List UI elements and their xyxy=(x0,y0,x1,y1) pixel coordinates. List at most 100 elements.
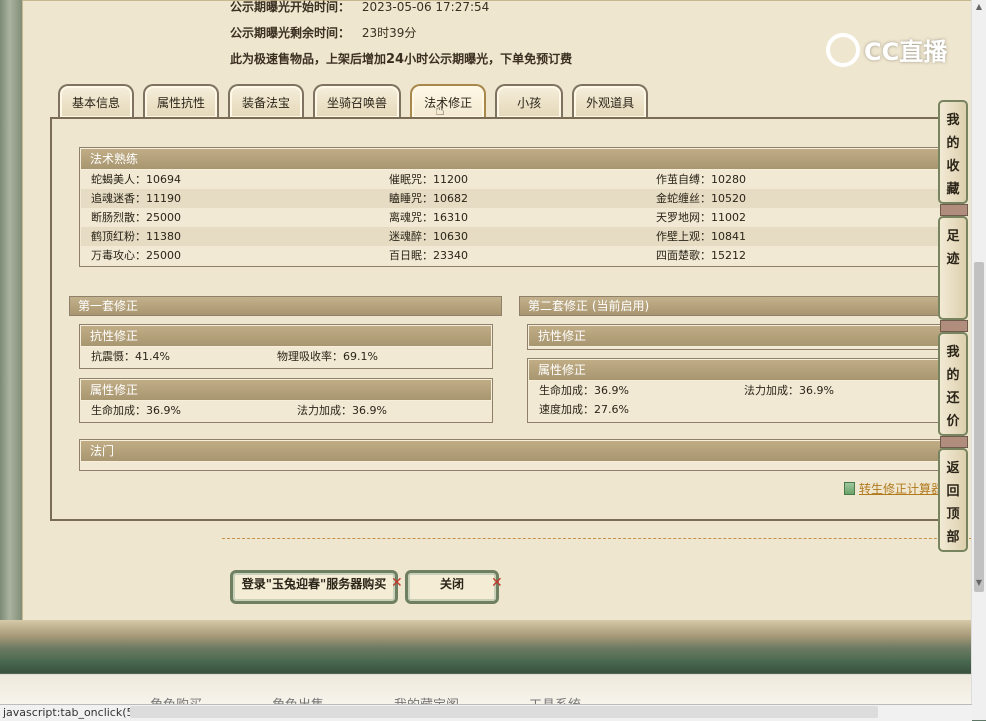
set2-resist-box: 抗性修正 xyxy=(527,324,951,350)
stat-name: 物理吸收率： xyxy=(277,350,343,363)
my-bargain-button[interactable]: 我的还价 xyxy=(938,332,968,436)
side-separator xyxy=(940,204,968,216)
set1-title: 第一套修正 xyxy=(69,296,502,316)
sect-box: 法门 xyxy=(79,439,951,471)
skill-name: 断肠烈散： xyxy=(91,211,146,224)
vertical-scrollbar[interactable]: ▲ ▼ xyxy=(971,0,986,720)
skill-value: 15212 xyxy=(711,249,746,262)
logo-text: CC直播 xyxy=(864,38,948,66)
stat-value: 27.6% xyxy=(594,403,629,416)
buy-x-icon: ✕ xyxy=(391,575,403,591)
stat-value: 41.4% xyxy=(135,350,170,363)
stat-name: 法力加成： xyxy=(297,404,352,417)
skill-name: 万毒攻心： xyxy=(91,249,146,262)
skill-name: 百日眠： xyxy=(389,249,433,262)
spell-mastery-box: 法术熟练 蛇蝎美人：10694 催眠咒：11200 作茧自缚：10280 追魂迷… xyxy=(79,147,951,267)
skill-name: 瞌睡咒： xyxy=(389,192,433,205)
stat-value: 36.9% xyxy=(799,384,834,397)
calculator-link-text[interactable]: 转生修正计算器 xyxy=(859,480,943,497)
skill-value: 25000 xyxy=(146,211,181,224)
tab-spell-correction[interactable]: 法术修正 xyxy=(410,84,487,118)
calculator-icon xyxy=(844,482,855,495)
exposure-remain-label: 公示期曝光剩余时间： xyxy=(230,26,351,40)
stat-value: 36.9% xyxy=(594,384,629,397)
skill-value: 10630 xyxy=(433,230,468,243)
stat-name: 法力加成： xyxy=(744,384,799,397)
stat-name: 生命加成： xyxy=(539,384,594,397)
skill-value: 25000 xyxy=(146,249,181,262)
server-buy-button[interactable]: 登录"玉兔迎春"服务器购买 xyxy=(230,570,398,604)
stat-name: 速度加成： xyxy=(539,403,594,416)
set2-attr-title: 属性修正 xyxy=(528,359,950,381)
my-favorites-button[interactable]: 我的收藏 xyxy=(938,100,968,204)
stat-value: 69.1% xyxy=(343,350,378,363)
list-item: 抗震慑：41.4% 物理吸收率：69.1% xyxy=(81,347,491,366)
cc-logo-icon xyxy=(826,32,860,67)
spell-correction-panel: 法术熟练 蛇蝎美人：10694 催眠咒：11200 作茧自缚：10280 追魂迷… xyxy=(50,117,964,521)
exposure-remain-value: 23时39分 xyxy=(361,26,417,40)
skill-value: 11002 xyxy=(711,211,746,224)
skill-value: 10520 xyxy=(711,192,746,205)
cc-live-logo: CC直播 xyxy=(826,32,947,67)
skill-name: 作壁上观： xyxy=(656,230,711,243)
scrollbar-thumb[interactable] xyxy=(974,262,984,592)
tab-basic-info[interactable]: 基本信息 xyxy=(58,84,135,118)
stat-name: 生命加成： xyxy=(91,404,146,417)
exposure-start-label: 公示期曝光开始时间： xyxy=(230,0,351,14)
skill-name: 四面楚歌： xyxy=(656,249,711,262)
skill-value: 10841 xyxy=(711,230,746,243)
skill-name: 迷魂醉： xyxy=(389,230,433,243)
skill-name: 作茧自缚： xyxy=(656,173,711,186)
table-row: 蛇蝎美人：10694 催眠咒：11200 作茧自缚：10280 xyxy=(81,170,949,189)
skill-name: 离魂咒： xyxy=(389,211,433,224)
exposure-remain-line: 公示期曝光剩余时间： 23时39分 xyxy=(230,24,416,41)
notice-suffix: 小时公示期曝光，下单免预订费 xyxy=(404,52,573,66)
skill-name: 鹤顶红粉： xyxy=(91,230,146,243)
table-row: 追魂迷香：11190 瞌睡咒：10682 金蛇缠丝：10520 xyxy=(81,189,949,208)
stat-name: 抗震慑： xyxy=(91,350,135,363)
tab-appearance[interactable]: 外观道具 xyxy=(572,84,649,118)
close-button[interactable]: 关闭 xyxy=(405,570,499,604)
list-item: 速度加成：27.6% xyxy=(529,400,949,419)
side-separator xyxy=(940,436,968,448)
set1-resist-box: 抗性修正 抗震慑：41.4% 物理吸收率：69.1% xyxy=(79,324,493,369)
tab-attributes[interactable]: 属性抗性 xyxy=(143,84,220,118)
set1-attr-title: 属性修正 xyxy=(80,379,492,401)
rebirth-calculator-link[interactable]: 转生修正计算器 xyxy=(844,480,943,497)
side-separator xyxy=(940,320,968,332)
set1-resist-title: 抗性修正 xyxy=(80,325,492,347)
footprint-button[interactable]: 足迹 xyxy=(938,216,968,320)
fast-sale-notice: 此为极速售物品，上架后增加24小时公示期曝光，下单免预订费 xyxy=(230,50,572,67)
tab-equipment[interactable]: 装备法宝 xyxy=(228,84,305,118)
status-url: javascript:tab_onclick(5); xyxy=(3,706,142,719)
table-row: 鹤顶红粉：11380 迷魂醉：10630 作壁上观：10841 xyxy=(81,227,949,246)
list-item: 生命加成：36.9% 法力加成：36.9% xyxy=(529,381,949,400)
close-x-icon: ✕ xyxy=(491,575,503,591)
skill-value: 10280 xyxy=(711,173,746,186)
table-row: 万毒攻心：25000 百日眠：23340 四面楚歌：15212 xyxy=(81,246,949,265)
spell-mastery-title: 法术熟练 xyxy=(80,148,950,170)
skill-value: 11190 xyxy=(146,192,181,205)
dashed-divider xyxy=(222,538,972,539)
skill-name: 天罗地网： xyxy=(656,211,711,224)
skill-name: 追魂迷香： xyxy=(91,192,146,205)
exposure-start-line: 公示期曝光开始时间： 2023-05-06 17:27:54 xyxy=(230,0,489,15)
left-frame-decoration xyxy=(0,0,24,640)
horizontal-scrollbar[interactable] xyxy=(130,706,878,718)
skill-value: 10694 xyxy=(146,173,181,186)
notice-prefix: 此为极速售物品，上架后增加 xyxy=(230,52,387,66)
scroll-down-arrow-icon[interactable]: ▼ xyxy=(972,576,986,590)
stat-value: 36.9% xyxy=(146,404,181,417)
bottom-frame-decoration xyxy=(0,620,986,660)
stat-value: 36.9% xyxy=(352,404,387,417)
tab-children[interactable]: 小孩 xyxy=(495,84,564,118)
skill-value: 23340 xyxy=(433,249,468,262)
skill-value: 16310 xyxy=(433,211,468,224)
back-to-top-button[interactable]: 返回顶部 xyxy=(938,448,968,552)
skill-value: 11200 xyxy=(433,173,468,186)
tab-mounts-pets[interactable]: 坐骑召唤兽 xyxy=(313,84,402,118)
notice-hours: 24 xyxy=(386,52,405,67)
skill-value: 10682 xyxy=(433,192,468,205)
skill-name: 蛇蝎美人： xyxy=(91,173,146,186)
scroll-up-arrow-icon[interactable]: ▲ xyxy=(972,0,986,14)
